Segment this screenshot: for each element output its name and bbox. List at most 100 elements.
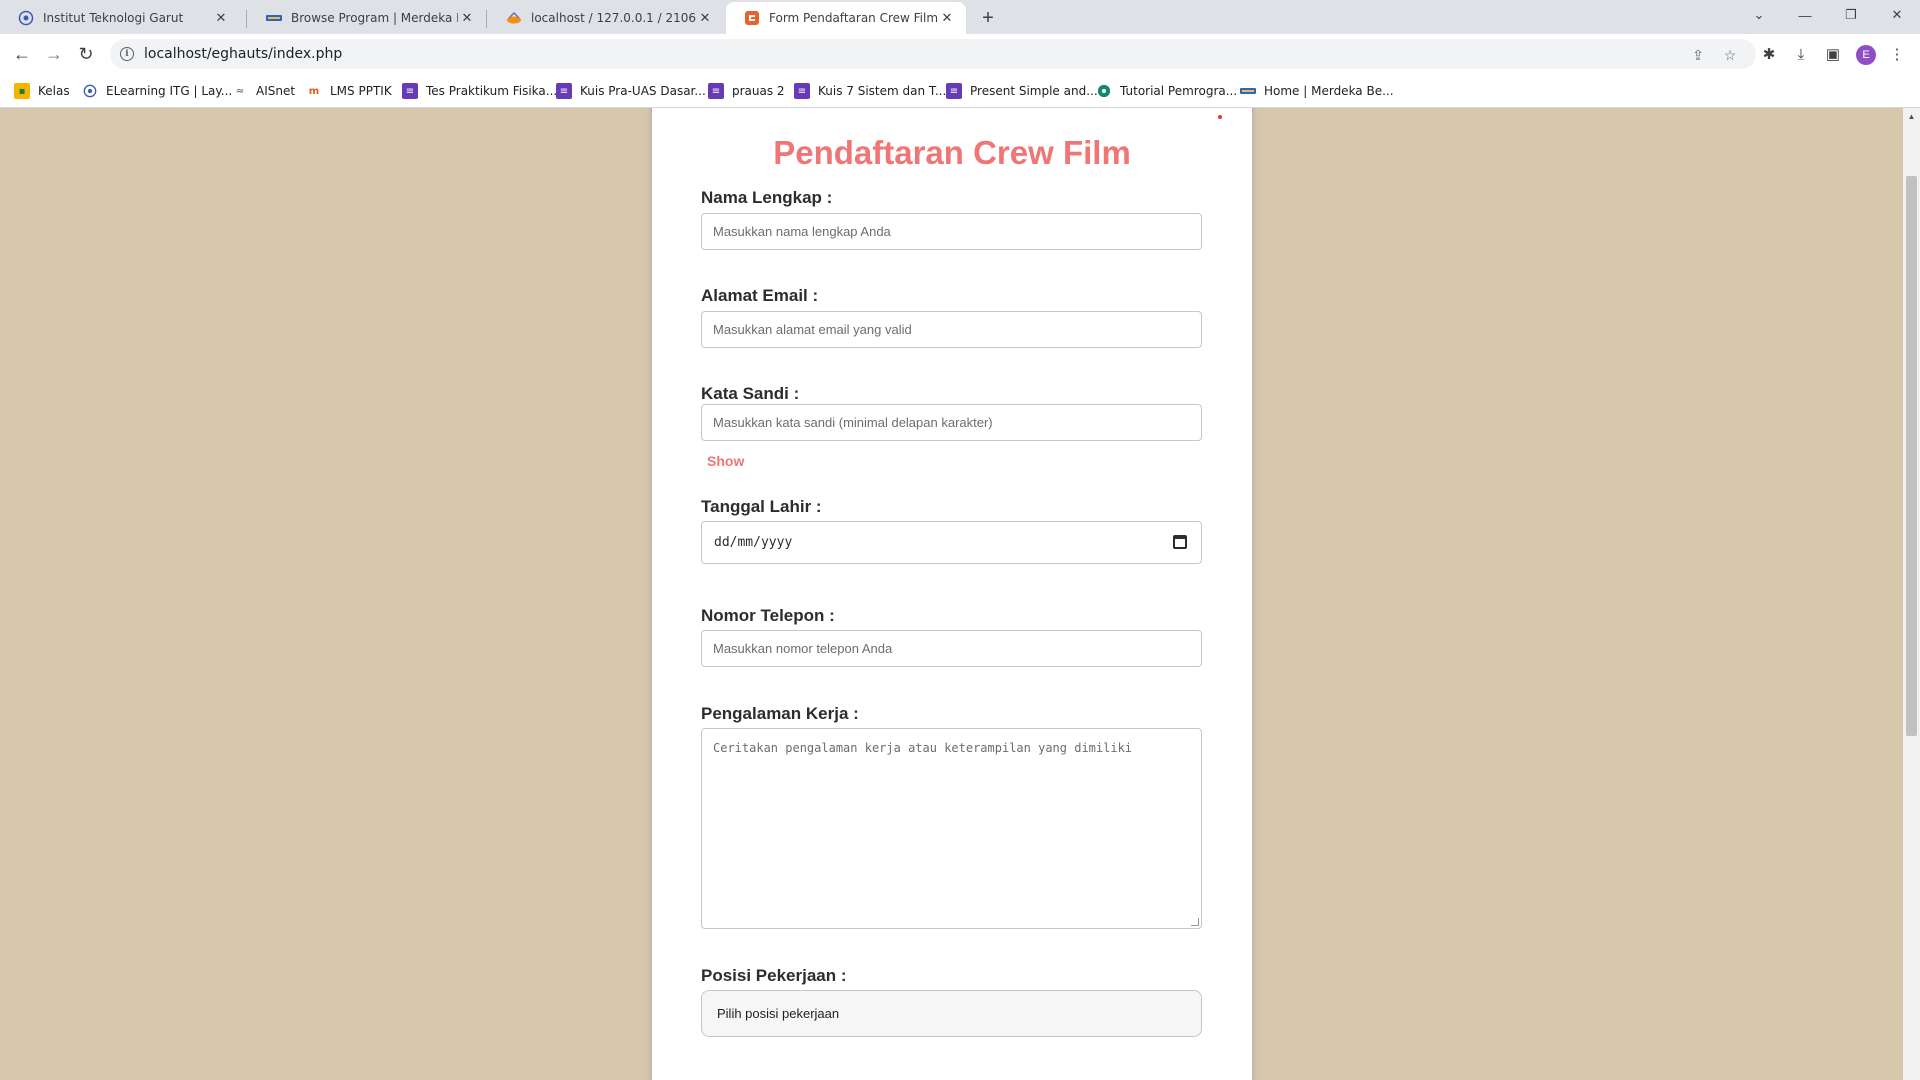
birthdate-value: dd/mm/yyyy [714,535,793,550]
close-icon[interactable]: ✕ [938,9,956,27]
forward-arrow-icon[interactable]: → [40,40,68,68]
html5-icon [744,10,760,26]
calendar-icon[interactable] [1173,535,1187,549]
lms-icon: m [308,85,320,97]
bookmark-label: AISnet [256,84,296,98]
position-selected: Pilih posisi pekerjaan [717,1006,840,1021]
experience-textarea[interactable]: Ceritakan pengalaman kerja atau keteramp… [701,728,1202,929]
nama-placeholder: Masukkan nama lengkap Anda [713,224,891,239]
close-icon[interactable]: ✕ [458,9,476,27]
side-panel-icon[interactable]: ▣ [1824,45,1842,63]
bookmark-label: Kuis 7 Sistem dan T... [818,84,947,98]
bookmark-home-merdeka[interactable]: Home | Merdeka Be... [1240,82,1394,100]
menu-kebab-icon[interactable]: ⋮ [1888,45,1906,63]
tab-browse-program[interactable]: Browse Program | Merdeka Bela ✕ [248,2,486,34]
google-forms-icon: ≡ [946,83,962,99]
tab-label: Form Pendaftaran Crew Film [769,11,938,25]
tab-label: Institut Teknologi Garut [43,11,184,25]
extensions-puzzle-icon[interactable]: ✱ [1760,45,1778,63]
browser-toolbar: ← → ↻ i localhost/eghauts/index.php ⇪ ☆ … [0,34,1920,74]
nama-input[interactable]: Masukkan nama lengkap Anda [701,213,1202,250]
reload-icon[interactable]: ↻ [72,40,100,68]
telepon-label: Nomor Telepon : [701,606,835,625]
bookmark-label: Present Simple and... [970,84,1098,98]
email-label: Alamat Email : [701,286,819,305]
aisnet-icon: ≈ [235,85,245,97]
experience-placeholder: Ceritakan pengalaman kerja atau keteramp… [713,741,1133,755]
minimize-icon[interactable]: — [1782,0,1828,30]
resize-grip-icon[interactable] [1191,918,1199,926]
decorative-dot [1218,115,1222,119]
profile-avatar[interactable]: E [1856,45,1876,65]
download-icon[interactable]: ⤓ [1792,45,1810,63]
scroll-up-arrow-icon[interactable]: ▲ [1903,110,1920,122]
show-password-button[interactable]: Show [707,453,744,469]
tutorial-icon [1096,83,1112,99]
itg-logo-icon [18,10,34,26]
phone-input[interactable]: Masukkan nomor telepon Anda [701,630,1202,667]
bookmark-star-icon[interactable]: ☆ [1722,47,1738,63]
bookmark-tutorial[interactable]: Tutorial Pemrogra... [1096,82,1237,100]
posisi-label: Posisi Pekerjaan : [701,966,847,985]
tab-separator [246,10,247,28]
bookmark-label: ELearning ITG | Lay... [106,84,233,98]
google-forms-icon: ≡ [556,83,572,99]
nama-label: Nama Lengkap : [701,188,833,207]
tab-label: localhost / 127.0.0.1 / 2106058_c [531,11,696,25]
bookmark-label: Home | Merdeka Be... [1264,84,1394,98]
form-card: Pendaftaran Crew Film Nama Lengkap : Mas… [652,108,1252,1080]
bookmark-aisnet[interactable]: ≈ AISnet [232,82,295,100]
bookmark-kelas[interactable]: ▪ Kelas [14,82,70,100]
bookmark-label: prauas 2 [732,84,785,98]
phone-placeholder: Masukkan nomor telepon Anda [713,641,893,656]
tab-institut-teknologi-garut[interactable]: Institut Teknologi Garut ✕ [0,2,240,34]
site-info-icon[interactable]: i [120,47,134,61]
address-bar[interactable]: i localhost/eghauts/index.php ⇪ ☆ [110,39,1756,69]
bookmark-label: Tutorial Pemrogra... [1120,84,1238,98]
close-icon[interactable]: ✕ [212,9,230,27]
email-input[interactable]: Masukkan alamat email yang valid [701,311,1202,348]
pengalaman-label: Pengalaman Kerja : [701,704,859,723]
position-select[interactable]: Pilih posisi pekerjaan [701,990,1202,1037]
bookmark-label: Kelas [38,84,70,98]
itg-logo-icon [82,83,98,99]
google-forms-icon: ≡ [708,83,724,99]
page-scrollbar[interactable]: ▲ [1903,108,1920,1080]
bookmark-elearning-itg[interactable]: ELearning ITG | Lay... [82,82,232,100]
password-input[interactable]: Masukkan kata sandi (minimal delapan kar… [701,404,1202,441]
tab-form-pendaftaran[interactable]: Form Pendaftaran Crew Film ✕ [726,2,966,34]
bookmark-present-simple[interactable]: ≡ Present Simple and... [946,82,1098,100]
birthdate-input[interactable]: dd/mm/yyyy [701,521,1202,564]
close-icon[interactable]: ✕ [696,9,714,27]
tab-label: Browse Program | Merdeka Bela [291,11,458,25]
page-title: Pendaftaran Crew Film [773,134,1131,171]
kampus-merdeka-icon [1240,83,1256,99]
bookmark-prauas-2[interactable]: ≡ prauas 2 [708,82,785,100]
google-forms-icon: ≡ [794,83,810,99]
page-viewport: Pendaftaran Crew Film Nama Lengkap : Mas… [0,108,1920,1080]
tab-search-chevron-icon[interactable]: ⌄ [1736,0,1782,30]
sandi-label: Kata Sandi : [701,384,800,403]
tab-phpmyadmin[interactable]: localhost / 127.0.0.1 / 2106058_c ✕ [488,2,724,34]
bookmark-lms-pptik[interactable]: m LMS PPTIK [306,82,392,100]
kampus-merdeka-icon [266,10,282,26]
restore-icon[interactable]: ❐ [1828,0,1874,30]
address-url: localhost/eghauts/index.php [144,46,343,62]
bookmark-tes-praktikum[interactable]: ≡ Tes Praktikum Fisika... [402,82,557,100]
bookmarks-bar: ▪ Kelas ELearning ITG | Lay... ≈ AISnet … [0,74,1920,108]
close-window-icon[interactable]: ✕ [1874,0,1920,30]
password-placeholder: Masukkan kata sandi (minimal delapan kar… [713,415,993,430]
tab-separator [486,10,487,28]
classroom-icon: ▪ [14,83,30,99]
bookmark-kuis-pra-uas[interactable]: ≡ Kuis Pra-UAS Dasar... [556,82,706,100]
share-icon[interactable]: ⇪ [1690,47,1706,63]
scrollbar-thumb[interactable] [1906,176,1917,736]
bookmark-kuis-7[interactable]: ≡ Kuis 7 Sistem dan T... [794,82,946,100]
bookmark-label: Tes Praktikum Fisika... [426,84,558,98]
back-arrow-icon[interactable]: ← [8,40,36,68]
google-forms-icon: ≡ [402,83,418,99]
tanggal-label: Tanggal Lahir : [701,497,822,516]
bookmark-label: LMS PPTIK [330,84,392,98]
email-placeholder: Masukkan alamat email yang valid [713,322,912,337]
new-tab-button[interactable]: + [976,6,1000,30]
